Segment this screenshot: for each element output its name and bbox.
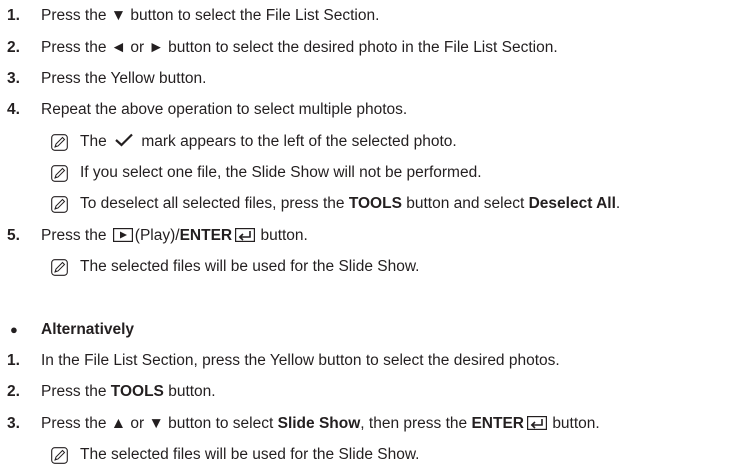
- note-icon: [51, 259, 68, 276]
- step-number: 1.: [7, 352, 20, 369]
- note-icon: [51, 134, 68, 151]
- enter-button-icon: [527, 416, 547, 430]
- note-text: The selected files will be used for the …: [80, 258, 420, 275]
- checkmark-icon: [115, 133, 133, 147]
- tools-label: TOOLS: [348, 195, 402, 212]
- tools-label: TOOLS: [110, 383, 164, 400]
- step-text: Press the Yellow button.: [41, 70, 207, 87]
- bullet-icon: ●: [10, 322, 18, 337]
- step-number: 4.: [7, 101, 20, 118]
- note-text: The selected files will be used for the …: [80, 446, 420, 463]
- enter-label: ENTER: [471, 415, 524, 432]
- step-number: 3.: [7, 415, 20, 432]
- step-text: Press the ◄ or ► button to select the de…: [41, 39, 558, 56]
- step-text: Repeat the above operation to select mul…: [41, 101, 408, 118]
- step-number: 1.: [7, 7, 20, 24]
- step-text: button.: [260, 227, 308, 244]
- note-text: mark appears to the left of the selected…: [141, 133, 457, 150]
- step-text: button.: [552, 415, 600, 432]
- step-number: 2.: [7, 383, 20, 400]
- note-text: To deselect all selected files, press th…: [80, 195, 349, 212]
- step-text: Press the: [41, 227, 107, 244]
- step-text: In the File List Section, press the Yell…: [41, 352, 560, 369]
- deselect-all-label: Deselect All: [528, 195, 616, 212]
- step-number: 2.: [7, 39, 20, 56]
- enter-button-icon: [235, 228, 255, 242]
- heading-text: Alternatively: [41, 321, 135, 338]
- note-text: If you select one file, the Slide Show w…: [80, 164, 482, 181]
- step-text: , then press the: [360, 415, 472, 432]
- step-text: Press the ▲ or ▼ button to select: [41, 415, 278, 432]
- step-text: (Play)/: [134, 227, 180, 244]
- step-number: 3.: [7, 70, 20, 87]
- note-icon: [51, 447, 68, 464]
- step-text: Press the: [41, 383, 111, 400]
- note-text: The: [80, 133, 107, 150]
- slide-show-label: Slide Show: [277, 415, 361, 432]
- step-text: Press the ▼ button to select the File Li…: [41, 7, 380, 24]
- step-text: button.: [163, 383, 216, 400]
- play-button-icon: [112, 228, 133, 242]
- enter-label: ENTER: [179, 227, 233, 244]
- note-icon: [51, 196, 68, 213]
- step-number: 5.: [7, 227, 20, 244]
- note-icon: [51, 165, 68, 182]
- note-text: button and select: [401, 195, 529, 212]
